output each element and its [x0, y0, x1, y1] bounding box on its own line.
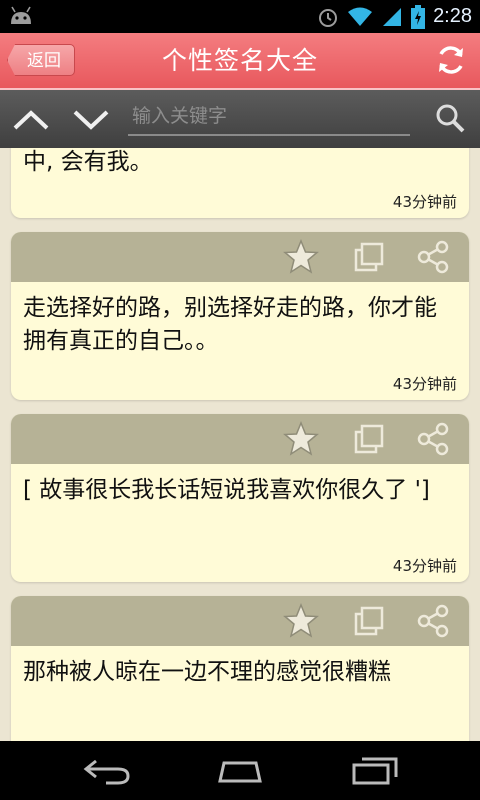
signature-text: 中, 会有我。	[23, 149, 153, 175]
card-toolbar	[11, 596, 469, 646]
copy-icon[interactable]	[353, 241, 385, 273]
copy-icon[interactable]	[353, 423, 385, 455]
back-nav-icon[interactable]	[82, 755, 132, 785]
copy-icon[interactable]	[353, 605, 385, 637]
alarm-icon	[319, 8, 338, 27]
share-icon[interactable]	[416, 604, 450, 638]
status-bar: 2:28	[0, 0, 480, 33]
page-title: 个性签名大全	[161, 46, 318, 75]
chevron-down-icon[interactable]	[72, 104, 110, 134]
signature-text: [ 故事很长我长话短说我喜欢你很久了 ']	[23, 477, 430, 503]
list-item[interactable]: [ 故事很长我长话短说我喜欢你很久了 '] 43分钟前	[11, 414, 469, 582]
list-item[interactable]: 那种被人晾在一边不理的感觉很糟糕	[11, 596, 469, 741]
chevron-up-icon[interactable]	[12, 104, 50, 134]
status-time: 2:28	[433, 5, 472, 27]
signature-text: 走选择好的路，别选择好走的路，你才能拥有真正的自己。。	[23, 295, 437, 354]
share-icon[interactable]	[416, 422, 450, 456]
share-icon[interactable]	[416, 240, 450, 274]
home-nav-icon[interactable]	[214, 755, 266, 785]
list-item[interactable]: 中, 会有我。 43分钟前	[11, 148, 469, 218]
signature-time: 43分钟前	[392, 557, 457, 575]
search-icon[interactable]	[434, 102, 466, 134]
star-icon[interactable]	[283, 603, 319, 639]
system-nav-bar	[0, 741, 480, 800]
signature-list[interactable]: 中, 会有我。 43分钟前 走选择好的路，别选择好走的路，你才能拥有真正的自己。…	[0, 148, 480, 741]
recent-apps-icon[interactable]	[350, 755, 400, 785]
battery-icon	[411, 4, 426, 29]
refresh-icon[interactable]	[434, 43, 468, 77]
card-toolbar	[11, 414, 469, 464]
star-icon[interactable]	[283, 421, 319, 457]
search-input[interactable]	[128, 98, 410, 136]
signal-icon	[383, 7, 402, 26]
signature-time: 43分钟前	[392, 193, 457, 211]
search-bar	[0, 90, 480, 148]
signature-time: 43分钟前	[392, 375, 457, 393]
title-bar: 返回 个性签名大全	[0, 33, 480, 90]
card-toolbar	[11, 232, 469, 282]
list-item[interactable]: 走选择好的路，别选择好走的路，你才能拥有真正的自己。。 43分钟前	[11, 232, 469, 400]
signature-text: 那种被人晾在一边不理的感觉很糟糕	[23, 659, 391, 685]
star-icon[interactable]	[283, 239, 319, 275]
wifi-icon	[348, 7, 373, 26]
android-icon	[11, 6, 31, 24]
